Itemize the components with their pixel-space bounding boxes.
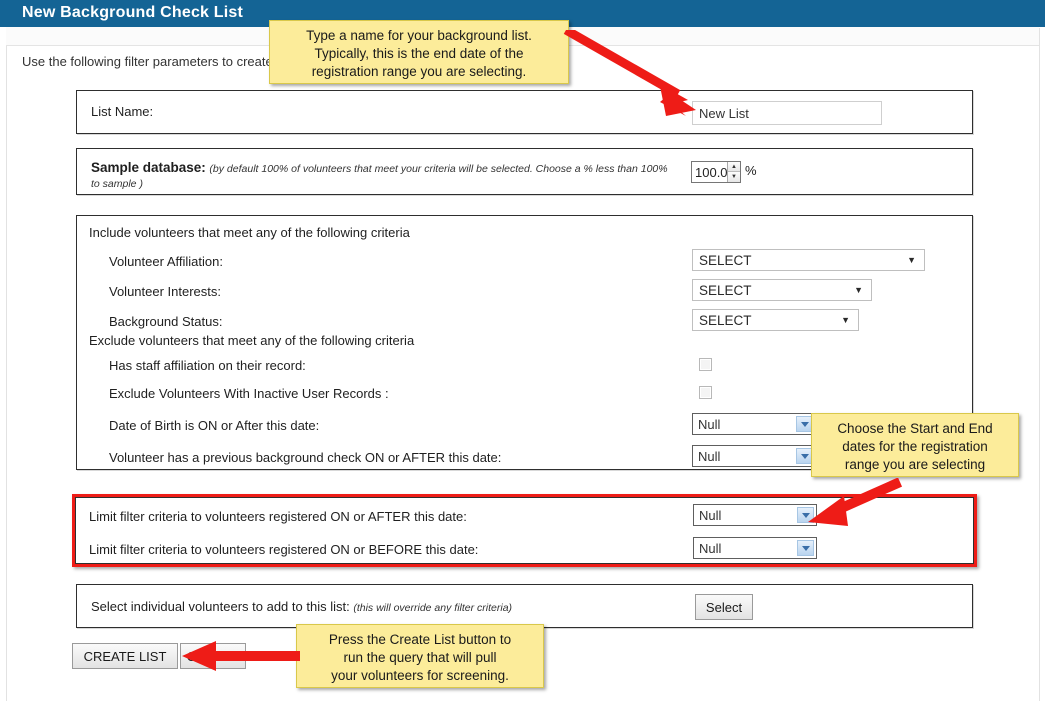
chevron-down-icon: ▼ <box>854 285 863 295</box>
volunteer-interests-select[interactable]: SELECT ▼ <box>692 279 872 301</box>
page-root: New Background Check List Use the follow… <box>0 0 1045 701</box>
background-status-select[interactable]: SELECT ▼ <box>692 309 859 331</box>
cancel-button[interactable]: CANCEL <box>180 643 246 669</box>
page-left-border <box>6 28 7 701</box>
previous-background-check-value: Null <box>698 448 721 464</box>
spinner-down-icon[interactable]: ▼ <box>728 172 740 182</box>
date-of-birth-value: Null <box>698 416 721 432</box>
individual-volunteers-label: Select individual volunteers to add to t… <box>91 599 350 614</box>
callout-list-name: Type a name for your background list. Ty… <box>269 20 569 84</box>
registered-on-after-value: Null <box>699 507 722 523</box>
create-list-button[interactable]: CREATE LIST <box>72 643 178 669</box>
callout-create-list: Press the Create List button to run the … <box>296 624 544 688</box>
exclude-inactive-users-checkbox[interactable] <box>699 386 712 399</box>
callout-create-line2: run the query that will pull <box>343 649 497 665</box>
list-name-label: List Name: <box>91 104 154 119</box>
volunteer-interests-label: Volunteer Interests: <box>109 284 222 299</box>
registered-on-after-select[interactable]: Null <box>693 504 817 526</box>
callout-dates-line3: range you are selecting <box>844 456 986 472</box>
list-name-panel: List Name: <box>76 90 973 134</box>
callout-dates-line2: dates for the registration <box>842 438 988 454</box>
list-name-input[interactable] <box>692 101 882 125</box>
callout-list-name-line3: registration range you are selecting. <box>311 63 527 79</box>
previous-background-check-label: Volunteer has a previous background chec… <box>109 450 502 465</box>
volunteer-affiliation-select[interactable]: SELECT ▼ <box>692 249 925 271</box>
registered-on-after-label: Limit filter criteria to volunteers regi… <box>89 509 467 524</box>
callout-list-name-line2: Typically, this is the end date of the <box>314 45 524 61</box>
include-criteria-heading: Include volunteers that meet any of the … <box>89 225 410 240</box>
sample-database-label: Sample database: <box>91 160 206 175</box>
page-title: New Background Check List <box>22 4 244 21</box>
individual-volunteers-labelgroup: Select individual volunteers to add to t… <box>91 599 512 614</box>
sample-database-panel: Sample database: (by default 100% of vol… <box>76 148 973 195</box>
dropdown-arrow-icon[interactable] <box>797 540 814 556</box>
sample-percent-input[interactable] <box>692 162 727 182</box>
exclude-criteria-heading: Exclude volunteers that meet any of the … <box>89 333 415 348</box>
sample-percent-stepper[interactable]: ▲ ▼ <box>691 161 741 183</box>
registered-on-before-value: Null <box>699 540 722 556</box>
callout-create-line3: your volunteers for screening. <box>331 667 509 683</box>
callout-create-line1: Press the Create List button to <box>328 632 512 647</box>
registration-date-panel: Limit filter criteria to volunteers regi… <box>72 494 977 567</box>
previous-background-check-select[interactable]: Null <box>692 445 816 467</box>
volunteer-affiliation-label: Volunteer Affiliation: <box>109 254 223 269</box>
volunteer-interests-value: SELECT <box>699 282 752 298</box>
percent-sign: % <box>745 163 757 178</box>
sample-database-labelgroup: Sample database: (by default 100% of vol… <box>91 160 676 190</box>
callout-list-name-line1: Type a name for your background list. <box>306 28 532 43</box>
exclude-inactive-users-label: Exclude Volunteers With Inactive User Re… <box>109 386 389 401</box>
callout-dates: Choose the Start and End dates for the r… <box>811 413 1019 477</box>
callout-dates-line1: Choose the Start and End <box>837 421 993 436</box>
chevron-down-icon: ▼ <box>841 315 850 325</box>
chevron-down-icon: ▼ <box>907 255 916 265</box>
registered-on-before-select[interactable]: Null <box>693 537 817 559</box>
sample-percent-spin-buttons[interactable]: ▲ ▼ <box>727 162 740 182</box>
individual-volunteers-panel: Select individual volunteers to add to t… <box>76 584 973 628</box>
has-staff-affiliation-checkbox[interactable] <box>699 358 712 371</box>
has-staff-affiliation-label: Has staff affiliation on their record: <box>109 358 306 373</box>
registered-on-before-label: Limit filter criteria to volunteers regi… <box>89 542 479 557</box>
volunteer-affiliation-value: SELECT <box>699 252 752 268</box>
select-volunteers-button[interactable]: Select <box>695 594 753 620</box>
date-of-birth-label: Date of Birth is ON or After this date: <box>109 418 320 433</box>
page-right-border <box>1039 28 1040 701</box>
individual-volunteers-note: (this will override any filter criteria) <box>353 602 513 614</box>
background-status-value: SELECT <box>699 312 752 328</box>
background-status-label: Background Status: <box>109 314 223 329</box>
date-of-birth-select[interactable]: Null <box>692 413 816 435</box>
spinner-up-icon[interactable]: ▲ <box>728 162 740 172</box>
dropdown-arrow-icon[interactable] <box>797 507 814 523</box>
